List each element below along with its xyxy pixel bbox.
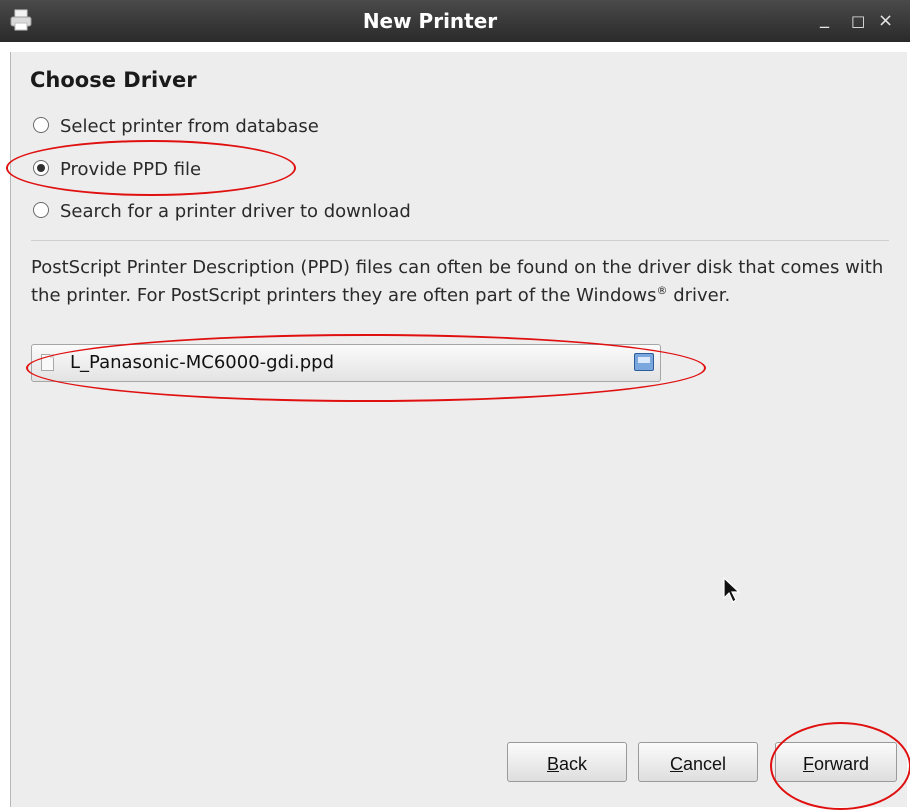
forward-button[interactable]: Forward xyxy=(775,742,897,782)
cancel-button[interactable]: Cancel xyxy=(638,742,758,782)
radio-button[interactable] xyxy=(33,117,49,133)
separator xyxy=(31,240,889,241)
ppd-description: PostScript Printer Description (PPD) fil… xyxy=(31,254,891,310)
window-title: New Printer xyxy=(362,9,498,33)
folder-browse-icon[interactable] xyxy=(634,353,654,371)
radio-button[interactable] xyxy=(33,202,49,218)
mouse-pointer-icon xyxy=(723,577,741,603)
radio-dot xyxy=(37,164,45,172)
option-select-from-database[interactable]: Select printer from database xyxy=(33,112,319,142)
dialog-body: Choose Driver Select printer from databa… xyxy=(10,52,907,807)
option-label: Provide PPD file xyxy=(60,159,202,180)
option-provide-ppd-file[interactable]: Provide PPD file xyxy=(33,155,201,185)
back-button[interactable]: Back xyxy=(507,742,627,782)
option-search-driver-download[interactable]: Search for a printer driver to download xyxy=(33,197,411,227)
radio-button-selected[interactable] xyxy=(33,160,49,176)
option-label: Select printer from database xyxy=(60,116,319,137)
title-bar: New Printer _ □ × xyxy=(0,0,910,42)
description-suffix: driver. xyxy=(667,285,731,306)
option-label: Search for a printer driver to download xyxy=(60,201,411,222)
minimize-button[interactable]: _ xyxy=(820,0,829,40)
file-name: L_Panasonic-MC6000-gdi.ppd xyxy=(70,352,334,373)
maximize-button[interactable]: □ xyxy=(851,0,865,42)
document-icon xyxy=(41,354,54,371)
ppd-file-chooser[interactable]: L_Panasonic-MC6000-gdi.ppd xyxy=(31,344,661,382)
description-text: PostScript Printer Description (PPD) fil… xyxy=(31,257,884,306)
close-button[interactable]: × xyxy=(878,0,893,42)
registered-mark: ® xyxy=(656,284,668,297)
page-title: Choose Driver xyxy=(30,68,197,92)
